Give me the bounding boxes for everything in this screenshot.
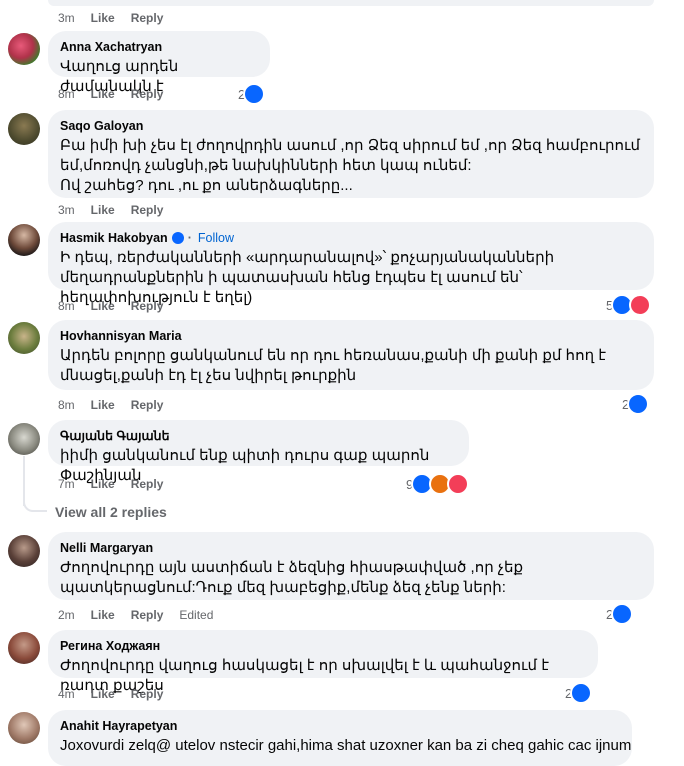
comment-time[interactable]: 8m	[58, 398, 75, 412]
comment-time[interactable]: 7m	[58, 477, 75, 491]
like-reaction-icon	[627, 393, 650, 415]
reply-button[interactable]: Reply	[131, 398, 164, 412]
avatar[interactable]	[8, 632, 40, 664]
comment-time[interactable]: 2m	[58, 608, 75, 622]
view-replies-link[interactable]: View all 2 replies	[55, 504, 167, 520]
like-reaction-icon	[243, 83, 266, 105]
comment-time[interactable]: 4m	[58, 687, 75, 701]
edited-label: Edited	[179, 608, 214, 622]
comment-bubble: Регина Ходжаян Ժողովուրդը վաղուց հասկացե…	[48, 630, 598, 694]
comment-text: Արդեն բոլորը ցանկանում են որ դու հեռանաս…	[60, 347, 606, 384]
separator-dot: ·	[187, 231, 192, 245]
commenter-name[interactable]: Регина Ходжаян	[60, 638, 586, 654]
verified-badge-icon	[171, 232, 184, 244]
top-meta-row: 3m Like Reply	[58, 10, 179, 26]
reply-button[interactable]: Reply	[131, 203, 164, 217]
comment-meta: 8m Like Reply	[58, 397, 179, 413]
like-button[interactable]: Like	[91, 11, 115, 25]
reaction-summary[interactable]: 2	[238, 83, 266, 105]
like-button[interactable]: Like	[91, 687, 115, 701]
comment-meta: 8m Like Reply	[58, 298, 179, 314]
comment-time[interactable]: 3m	[58, 203, 75, 217]
comment-text: Joxovurdi zelq@ utelov nstecir gahi,hima…	[60, 737, 632, 754]
comment-bubble: Գայանե Գայանե իիմի ցանկանում ենք պիտի դո…	[48, 420, 469, 484]
avatar[interactable]	[8, 322, 40, 354]
avatar[interactable]	[8, 33, 40, 65]
reaction-summary[interactable]: 2	[606, 603, 634, 625]
like-button[interactable]: Like	[91, 87, 115, 101]
love-reaction-icon	[629, 294, 652, 316]
commenter-name[interactable]: Գայանե Գայանե	[60, 428, 457, 444]
previous-comment-bubble	[48, 0, 654, 6]
commenter-name[interactable]: Hasmik Hakobyan	[60, 230, 168, 246]
follow-button[interactable]: Follow	[198, 230, 234, 246]
reply-button[interactable]: Reply	[131, 608, 164, 622]
reply-button[interactable]: Reply	[131, 299, 164, 313]
like-button[interactable]: Like	[91, 299, 115, 313]
avatar[interactable]	[8, 224, 40, 256]
love-reaction-icon	[447, 473, 470, 495]
comment-meta: 8m Like Reply	[58, 86, 179, 102]
reply-button[interactable]: Reply	[131, 11, 164, 25]
comment-time[interactable]: 8m	[58, 87, 75, 101]
like-reaction-icon	[570, 682, 593, 704]
reply-thread-curve	[23, 494, 47, 512]
like-button[interactable]: Like	[91, 477, 115, 491]
reaction-summary[interactable]: 2	[565, 682, 593, 704]
reply-button[interactable]: Reply	[131, 687, 164, 701]
avatar[interactable]	[8, 113, 40, 145]
comment-meta: 4m Like Reply	[58, 686, 179, 702]
comment-bubble: Nelli Margaryan Ժողովուրդը այն աստիճան է…	[48, 532, 654, 600]
commenter-name[interactable]: Anna Xachatryan	[60, 39, 258, 55]
comment-text: Բա իմի խի չես էլ ժողովրդին ասում ,որ Ձեզ…	[60, 137, 641, 194]
reaction-summary[interactable]: 2	[622, 393, 650, 415]
commenter-name[interactable]: Saqo Galoyan	[60, 118, 642, 134]
comment-bubble: Hasmik Hakobyan · Follow Ի դեպ, ռերժական…	[48, 222, 654, 306]
comment-meta: 3m Like Reply	[58, 202, 179, 218]
comment-time[interactable]: 3m	[58, 11, 75, 25]
comment-time[interactable]: 8m	[58, 299, 75, 313]
like-reaction-icon	[611, 603, 634, 625]
comment-bubble: Hovhannisyan Maria Արդեն բոլորը ցանկանու…	[48, 320, 654, 390]
like-button[interactable]: Like	[91, 608, 115, 622]
commenter-name-row: Hasmik Hakobyan · Follow	[60, 230, 642, 246]
commenter-name[interactable]: Nelli Margaryan	[60, 540, 642, 556]
comment-meta: 7m Like Reply	[58, 476, 179, 492]
like-button[interactable]: Like	[91, 398, 115, 412]
reaction-summary[interactable]: 5	[606, 294, 652, 316]
reply-button[interactable]: Reply	[131, 87, 164, 101]
avatar[interactable]	[8, 712, 40, 744]
comment-bubble: Saqo Galoyan Բա իմի խի չես էլ ժողովրդին …	[48, 110, 654, 198]
reaction-summary[interactable]: 9	[406, 473, 470, 495]
comment-bubble: Anahit Hayrapetyan Joxovurdi zelq@ utelo…	[48, 710, 632, 766]
commenter-name[interactable]: Hovhannisyan Maria	[60, 328, 642, 344]
commenter-name[interactable]: Anahit Hayrapetyan	[60, 718, 620, 734]
avatar[interactable]	[8, 535, 40, 567]
comment-meta: 2m Like Reply Edited	[58, 607, 229, 623]
comment-bubble: Anna Xachatryan Վաղուց արդեն ժամանակն է	[48, 31, 270, 95]
avatar[interactable]	[8, 423, 40, 455]
like-button[interactable]: Like	[91, 203, 115, 217]
comment-text: Ժողովուրդը այն աստիճան է ձեզնից հիասթափվ…	[60, 559, 524, 596]
reply-button[interactable]: Reply	[131, 477, 164, 491]
